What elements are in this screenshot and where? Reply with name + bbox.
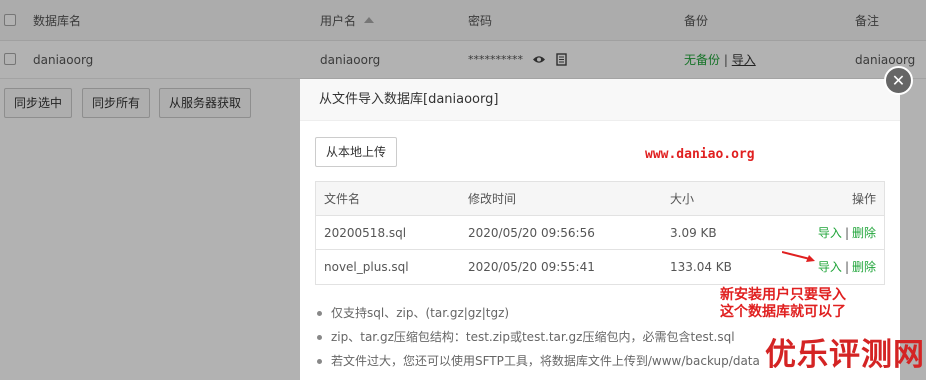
annotation-text: 新安装用户只要导入 这个数据库就可以了 — [720, 287, 846, 321]
file-name: 20200518.sql — [324, 226, 407, 240]
separator: | — [844, 260, 849, 274]
close-dialog-button[interactable]: ✕ — [884, 66, 913, 95]
watermark-url: www.daniao.org — [645, 147, 755, 162]
delete-file-link[interactable]: 删除 — [852, 260, 876, 274]
file-mtime: 2020/05/20 09:56:56 — [468, 226, 595, 240]
dialog-title: 从文件导入数据库[daniaoorg] — [300, 79, 900, 121]
file-actions: 导入 | 删除 — [818, 250, 876, 284]
annotation-line-2: 这个数据库就可以了 — [720, 304, 846, 320]
annotation-line-1: 新安装用户只要导入 — [720, 287, 846, 303]
file-table: 文件名 修改时间 大小 操作 20200518.sql 2020/05/20 0… — [315, 181, 885, 285]
import-file-link[interactable]: 导入 — [818, 260, 842, 274]
col-mtime: 修改时间 — [468, 192, 517, 206]
brand-watermark: 优乐评测网 — [765, 337, 925, 373]
file-name: novel_plus.sql — [324, 260, 409, 274]
col-size: 大小 — [670, 192, 695, 206]
col-filename: 文件名 — [324, 192, 361, 206]
file-size: 133.04 KB — [670, 260, 732, 274]
table-row: 20200518.sql 2020/05/20 09:56:56 3.09 KB… — [316, 216, 884, 250]
upload-local-button[interactable]: 从本地上传 — [315, 137, 398, 167]
file-mtime: 2020/05/20 09:55:41 — [468, 260, 595, 274]
annotation-arrow-icon — [782, 251, 815, 262]
separator: | — [844, 226, 849, 240]
delete-file-link[interactable]: 删除 — [852, 226, 876, 240]
file-table-header: 文件名 修改时间 大小 操作 — [316, 182, 884, 216]
import-database-dialog: 从文件导入数据库[daniaoorg] 从本地上传 www.daniao.org… — [300, 79, 900, 380]
file-actions: 导入 | 删除 — [818, 216, 876, 250]
file-size: 3.09 KB — [670, 226, 717, 240]
import-file-link[interactable]: 导入 — [818, 226, 842, 240]
close-icon: ✕ — [891, 71, 906, 90]
col-action: 操作 — [851, 192, 876, 206]
